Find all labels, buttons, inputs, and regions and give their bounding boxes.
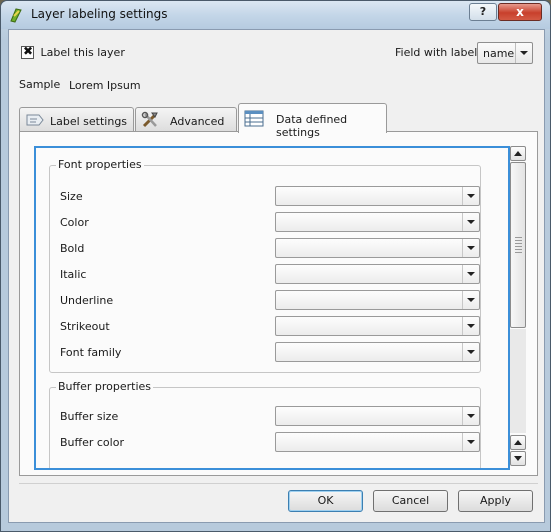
chevron-down-icon: [462, 239, 479, 257]
tools-icon: [141, 111, 158, 128]
scroll-down-button[interactable]: [510, 451, 526, 466]
property-label-size: Size: [60, 190, 83, 203]
property-label-buffer-color: Buffer color: [60, 436, 124, 449]
field-with-labels-label: Field with labels: [395, 46, 484, 59]
chevron-down-icon: [462, 317, 479, 335]
property-label-strikeout: Strikeout: [60, 320, 110, 333]
underline-select[interactable]: [275, 290, 480, 310]
italic-select[interactable]: [275, 264, 480, 284]
properties-scroll-area[interactable]: Font properties Size Color Bold Italic U…: [34, 146, 510, 470]
tab-label: Data defined settings: [276, 113, 348, 139]
tab-label: Advanced: [170, 115, 225, 128]
buffer-size-select[interactable]: [275, 406, 480, 426]
tab-label: Label settings: [50, 115, 128, 128]
chevron-down-icon: [462, 187, 479, 205]
chevron-down-icon: [515, 43, 532, 63]
chevron-down-icon: [462, 343, 479, 361]
font-family-select[interactable]: [275, 342, 480, 362]
ok-button[interactable]: OK: [288, 490, 363, 512]
strikeout-select[interactable]: [275, 316, 480, 336]
chevron-down-icon: [462, 213, 479, 231]
tab-advanced[interactable]: Advanced: [135, 107, 237, 132]
window-title: Layer labeling settings: [31, 7, 168, 21]
size-select[interactable]: [275, 186, 480, 206]
label-icon: [26, 114, 44, 126]
label-layer-label: Label this layer: [40, 45, 125, 59]
label-layer-row: ✖ Label this layer: [21, 43, 125, 59]
label-layer-checkbox[interactable]: ✖: [21, 43, 34, 59]
close-button[interactable]: x: [498, 3, 542, 21]
scroll-up-button-lower[interactable]: [510, 435, 526, 450]
group-title: Buffer properties: [56, 380, 154, 393]
buffer-color-select[interactable]: [275, 432, 480, 452]
scroll-up-button[interactable]: [510, 146, 526, 161]
scroll-track[interactable]: [510, 329, 526, 433]
divider: [19, 483, 538, 484]
property-label-bold: Bold: [60, 242, 85, 255]
scroll-thumb[interactable]: [510, 162, 526, 328]
property-label-italic: Italic: [60, 268, 87, 281]
grip-icon: [515, 237, 522, 254]
tab-content-panel: Font properties Size Color Bold Italic U…: [19, 131, 538, 476]
chevron-down-icon: [462, 265, 479, 283]
field-select-value: name: [483, 47, 515, 60]
property-label-color: Color: [60, 216, 89, 229]
arrow-up-icon: [514, 440, 522, 445]
field-select[interactable]: name: [477, 42, 533, 64]
chevron-down-icon: [462, 291, 479, 309]
tab-label-settings[interactable]: Label settings: [19, 107, 134, 132]
tab-data-defined-settings[interactable]: Data defined settings: [238, 103, 387, 139]
dialog-body: ✖ Label this layer Field with labels nam…: [8, 29, 545, 523]
arrow-up-icon: [514, 151, 522, 156]
dialog-window: Layer labeling settings ? x ✖ Label this…: [0, 0, 551, 532]
table-icon: [244, 110, 264, 127]
buffer-properties-group: Buffer properties Buffer size Buffer col…: [49, 380, 481, 468]
apply-button[interactable]: Apply: [458, 490, 533, 512]
vertical-scrollbar[interactable]: [510, 146, 526, 470]
cancel-button[interactable]: Cancel: [373, 490, 448, 512]
color-select[interactable]: [275, 212, 480, 232]
chevron-down-icon: [462, 407, 479, 425]
group-title: Font properties: [56, 158, 144, 171]
sample-label: Sample: [19, 78, 61, 91]
font-properties-group: Font properties Size Color Bold Italic U…: [49, 158, 481, 373]
help-button[interactable]: ?: [469, 3, 497, 21]
property-label-font-family: Font family: [60, 346, 122, 359]
property-label-buffer-size: Buffer size: [60, 410, 119, 423]
arrow-down-icon: [514, 456, 522, 461]
chevron-down-icon: [462, 433, 479, 451]
check-mark-icon: ✖: [23, 43, 34, 58]
property-label-underline: Underline: [60, 294, 114, 307]
sample-preview: Lorem Ipsum: [69, 79, 141, 92]
title-bar[interactable]: Layer labeling settings ? x: [1, 1, 550, 29]
bold-select[interactable]: [275, 238, 480, 258]
qgis-app-icon: [10, 8, 22, 23]
